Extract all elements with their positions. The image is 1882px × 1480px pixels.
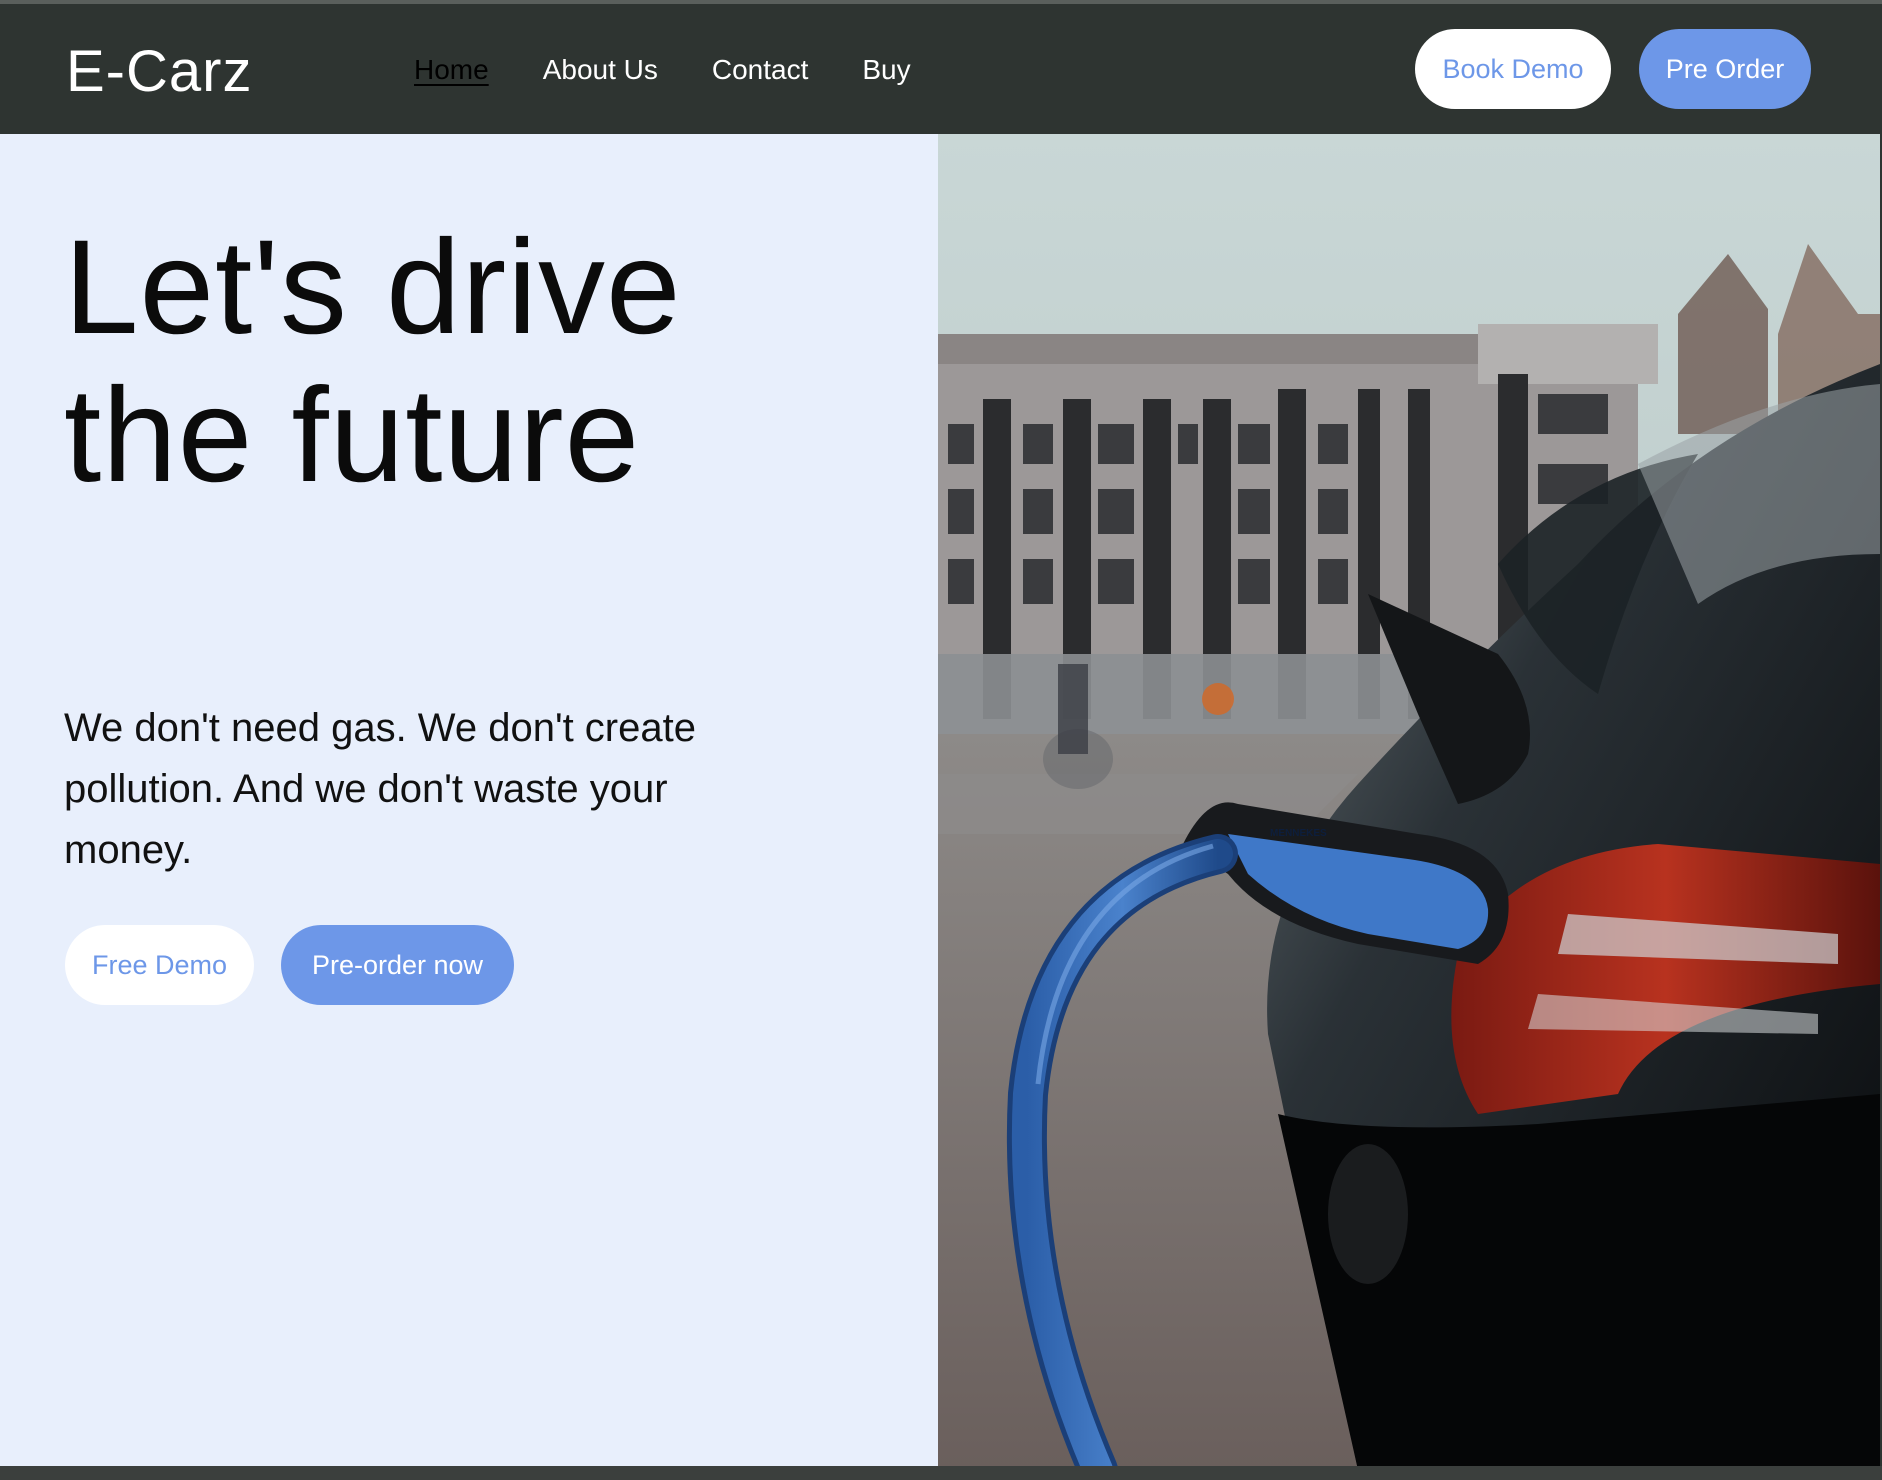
ev-charging-photo: MENNEKES <box>938 134 1880 1470</box>
nav-link-contact[interactable]: Contact <box>712 54 809 86</box>
nav-link-about-us[interactable]: About Us <box>543 54 658 86</box>
free-demo-button[interactable]: Free Demo <box>65 925 254 1005</box>
browser-viewport: E-Carz Home About Us Contact Buy Book De… <box>0 4 1880 1470</box>
bottom-border <box>0 1466 1882 1480</box>
navbar: E-Carz Home About Us Contact Buy Book De… <box>0 4 1880 134</box>
hero-headline: Let's drive the future <box>64 213 682 510</box>
book-demo-button[interactable]: Book Demo <box>1415 29 1611 109</box>
pre-order-button[interactable]: Pre Order <box>1639 29 1811 109</box>
hero-content: Let's drive the future We don't need gas… <box>0 134 938 1470</box>
brand-logo[interactable]: E-Carz <box>66 38 252 105</box>
pre-order-now-button[interactable]: Pre-order now <box>281 925 514 1005</box>
hero-image: MENNEKES <box>938 134 1880 1470</box>
mennekes-label: MENNEKES <box>1270 828 1327 839</box>
nav-link-buy[interactable]: Buy <box>862 54 910 86</box>
nav-link-home[interactable]: Home <box>414 54 489 86</box>
page: E-Carz Home About Us Contact Buy Book De… <box>0 0 1882 1480</box>
nav-links: Home About Us Contact Buy <box>414 54 965 86</box>
hero-subtext: We don't need gas. We don't create pollu… <box>64 706 696 872</box>
